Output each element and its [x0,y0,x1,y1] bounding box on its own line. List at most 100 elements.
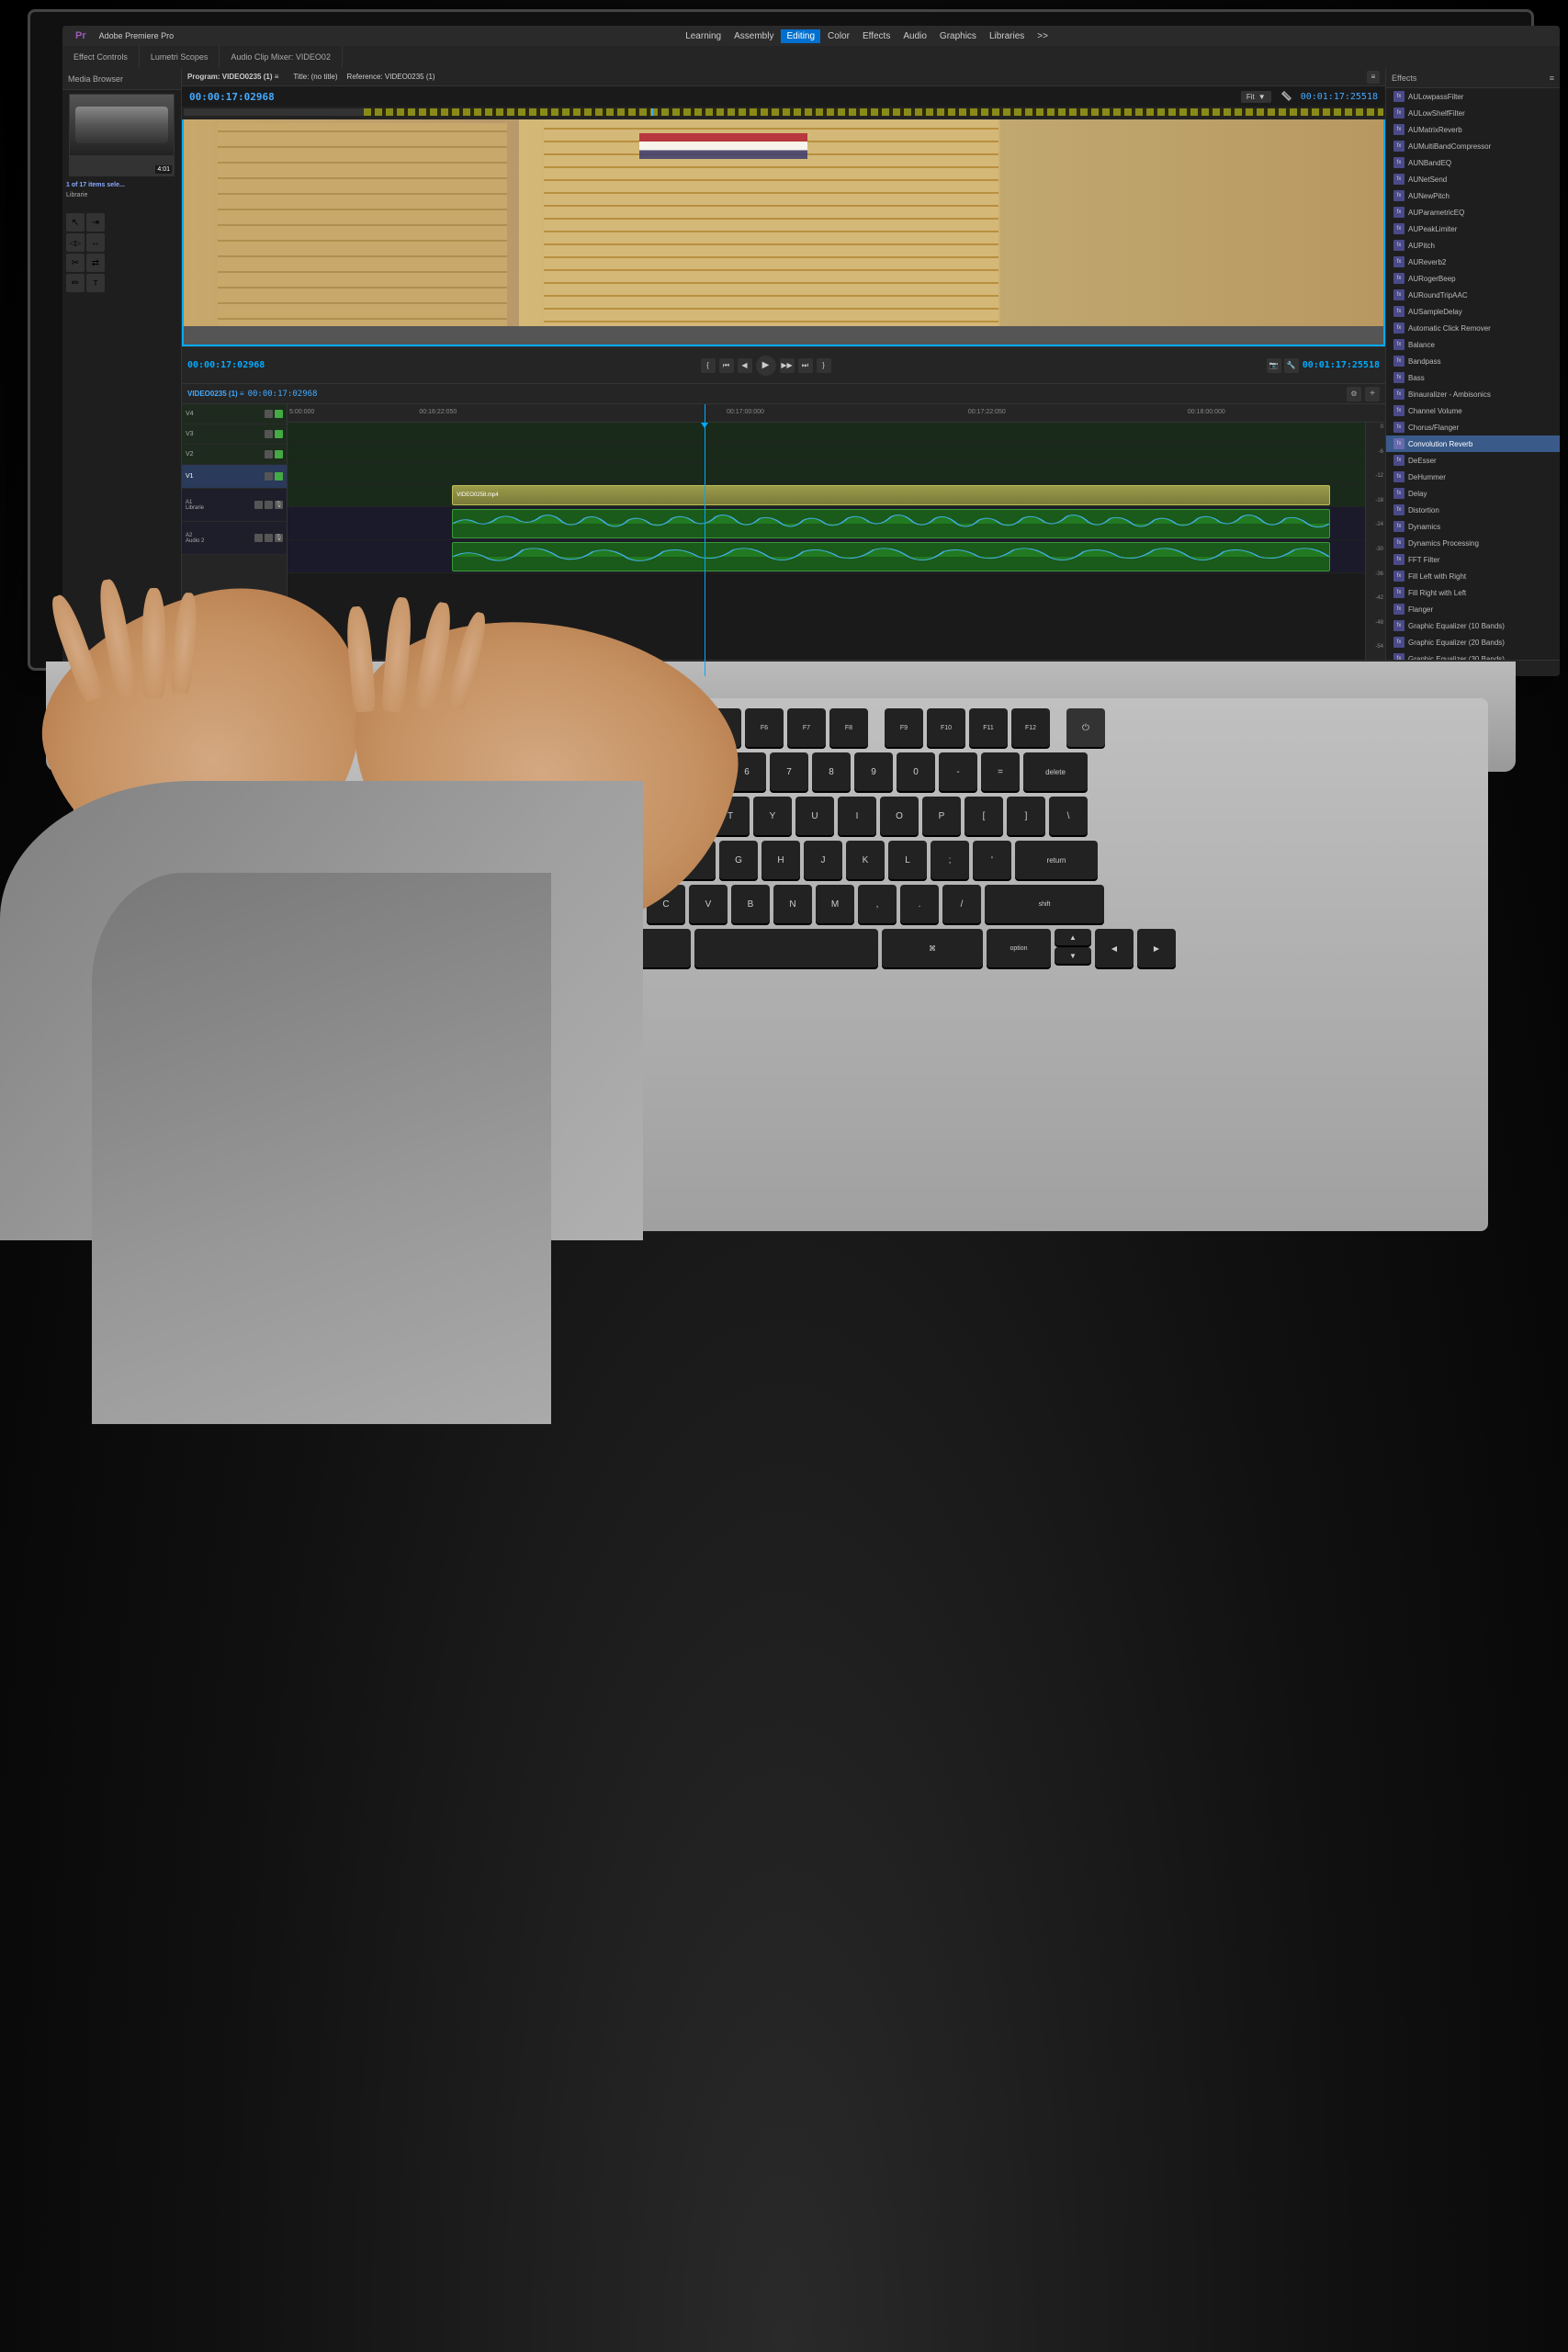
key-return[interactable]: return [1015,841,1098,879]
effect-fill-right[interactable]: fx Fill Right with Left [1386,584,1560,601]
key-shift-right[interactable]: shift [985,885,1104,923]
tool-ripple[interactable]: ◁▷ [66,233,85,252]
key-minus[interactable]: - [939,752,977,791]
key-b[interactable]: B [731,885,770,923]
audio-clip-a2[interactable] [452,542,1330,571]
tab-effect-controls[interactable]: Effect Controls [62,46,140,68]
audio-clip-a1[interactable] [452,509,1330,538]
effect-ausampledelay[interactable]: fx AUSampleDelay [1386,303,1560,320]
track-v2-eye[interactable] [275,450,283,458]
key-lbracket[interactable]: [ [964,797,1003,835]
btn-play-fwd[interactable]: ▶▶ [780,358,795,373]
app-logo[interactable]: Pr [70,28,92,43]
key-f9[interactable]: F9 [885,708,923,747]
effect-fft-filter[interactable]: fx FFT Filter [1386,551,1560,568]
key-f7[interactable]: F7 [787,708,826,747]
effect-deesser[interactable]: fx DeEsser [1386,452,1560,469]
tool-slip[interactable]: ⇄ [86,254,105,272]
track-a1-mic[interactable]: 🎙 [275,501,283,509]
key-p[interactable]: P [922,797,961,835]
key-cmd-right[interactable]: ⌘ [882,929,983,967]
btn-step-back[interactable]: ⏮ [719,358,734,373]
effect-auparametriceq[interactable]: fx AUParametricEQ [1386,204,1560,220]
key-8[interactable]: 8 [812,752,851,791]
key-7[interactable]: 7 [770,752,808,791]
track-a2-m[interactable] [254,534,263,542]
menu-effects[interactable]: Effects [857,29,896,43]
key-arrow-up[interactable]: ▲ [1055,929,1091,945]
key-0[interactable]: 0 [897,752,935,791]
key-slash[interactable]: / [942,885,981,923]
key-y[interactable]: Y [753,797,792,835]
menu-assembly[interactable]: Assembly [728,29,779,43]
menu-audio[interactable]: Audio [897,29,932,43]
effect-graphic-eq-10[interactable]: fx Graphic Equalizer (10 Bands) [1386,617,1560,634]
timeline-add-track[interactable]: + [1365,387,1380,401]
btn-export-frame[interactable]: 📷 [1267,358,1281,373]
tool-rolling[interactable]: ↔ [86,233,105,252]
track-a2-s[interactable] [265,534,273,542]
key-rbracket[interactable]: ] [1007,797,1045,835]
key-f12[interactable]: F12 [1011,708,1050,747]
effect-automatic-click-remover[interactable]: fx Automatic Click Remover [1386,320,1560,336]
key-g[interactable]: G [719,841,758,879]
key-u[interactable]: U [795,797,834,835]
key-k[interactable]: K [846,841,885,879]
tab-lumetri-scopes[interactable]: Lumetri Scopes [140,46,220,68]
key-f11[interactable]: F11 [969,708,1008,747]
effect-aumatrixreverb[interactable]: fx AUMatrixReverb [1386,121,1560,138]
key-h[interactable]: H [761,841,800,879]
key-9[interactable]: 9 [854,752,893,791]
effect-dynamics[interactable]: fx Dynamics [1386,518,1560,535]
effect-graphic-eq-20[interactable]: fx Graphic Equalizer (20 Bands) [1386,634,1560,650]
btn-wrench[interactable]: 🔧 [1284,358,1299,373]
effect-convolution-reverb[interactable]: fx Convolution Reverb [1386,435,1560,452]
effect-aunbandeq[interactable]: fx AUNBandEQ [1386,154,1560,171]
tool-track[interactable]: ⇥ [86,213,105,232]
track-v1-eye[interactable] [275,472,283,481]
timeline-settings[interactable]: ⚙ [1347,387,1361,401]
effect-distortion[interactable]: fx Distortion [1386,502,1560,518]
menu-graphics[interactable]: Graphics [934,29,982,43]
tool-razor[interactable]: ✂ [66,254,85,272]
tool-type[interactable]: T [86,274,105,292]
key-comma[interactable]: , [858,885,897,923]
playback-bar[interactable] [182,107,1385,119]
btn-mark-out[interactable]: } [817,358,831,373]
track-v2-toggle[interactable] [265,450,273,458]
key-j[interactable]: J [804,841,842,879]
btn-step-fwd[interactable]: ⏭ [798,358,813,373]
menu-premiere-pro[interactable]: Adobe Premiere Pro [94,29,180,42]
track-a1-s[interactable] [265,501,273,509]
key-l[interactable]: L [888,841,927,879]
key-i[interactable]: I [838,797,876,835]
effect-balance[interactable]: fx Balance [1386,336,1560,353]
key-f10[interactable]: F10 [927,708,965,747]
effect-dynamics-processing[interactable]: fx Dynamics Processing [1386,535,1560,551]
key-equals[interactable]: = [981,752,1020,791]
effect-chorus-flanger[interactable]: fx Chorus/Flanger [1386,419,1560,435]
tool-pen[interactable]: ✏ [66,274,85,292]
menu-editing[interactable]: Editing [781,29,820,43]
track-v1-toggle[interactable] [265,472,273,481]
key-arrow-left[interactable]: ◀ [1095,929,1134,967]
key-option-right[interactable]: option [987,929,1051,967]
effect-aunetsend[interactable]: fx AUNetSend [1386,171,1560,187]
effect-aunewpitch[interactable]: fx AUNewPitch [1386,187,1560,204]
effect-aulowpassfilter[interactable]: fx AULowpassFilter [1386,88,1560,105]
key-space[interactable] [694,929,878,967]
btn-wrench-small[interactable] [1279,89,1293,104]
track-v4-eye[interactable] [275,410,283,418]
menu-more[interactable]: >> [1032,29,1054,43]
key-quote[interactable]: ' [973,841,1011,879]
video-clip-v1[interactable]: VIDEO0258.mp4 [452,485,1330,505]
btn-mark-in[interactable]: { [701,358,716,373]
key-n[interactable]: N [773,885,812,923]
key-v[interactable]: V [689,885,728,923]
key-power[interactable]: ⏻ [1066,708,1105,747]
key-period[interactable]: . [900,885,939,923]
effect-dehummer[interactable]: fx DeHummer [1386,469,1560,485]
key-f6[interactable]: F6 [745,708,784,747]
effect-fill-left[interactable]: fx Fill Left with Right [1386,568,1560,584]
track-v3-toggle[interactable] [265,430,273,438]
